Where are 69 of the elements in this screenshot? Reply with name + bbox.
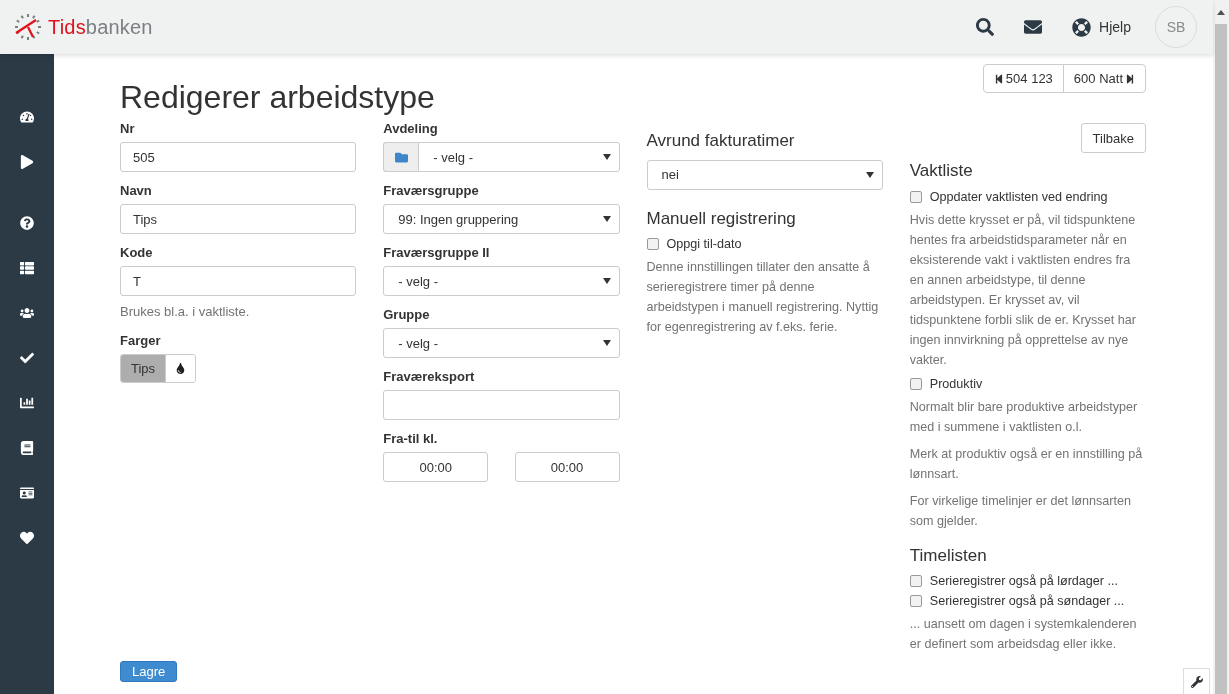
step-forward-icon [1125, 73, 1135, 84]
section-heading: Avrund fakturatimer [646, 131, 796, 152]
checkbox[interactable] [909, 574, 922, 587]
page-title: Redigerer arbeidstype [120, 80, 435, 116]
caret-icon [602, 154, 611, 161]
envelope-icon[interactable] [1024, 18, 1043, 36]
select-field[interactable]: nei [646, 159, 883, 190]
checkbox-label: Serieregistrer også på lørdager ... [929, 573, 1119, 588]
lifebuoy-icon [1072, 17, 1092, 37]
select-field[interactable]: 99: Ingen gruppering [383, 204, 620, 235]
scrollbar-thumb[interactable] [1215, 24, 1227, 694]
time-input[interactable]: 00:00 [383, 452, 489, 483]
checkbox-label: Oppgi til-dato [666, 236, 742, 251]
text-input[interactable]: 505 [120, 142, 357, 173]
field-label: Nr [120, 121, 136, 137]
wrench-icon [1190, 675, 1203, 688]
select-field[interactable]: - velg - [418, 142, 620, 173]
field-label: Avdeling [383, 121, 439, 137]
folder-icon [394, 150, 408, 164]
checkbox[interactable] [909, 594, 922, 607]
select-field[interactable]: - velg - [383, 266, 620, 297]
previous-button[interactable]: 504 123 [982, 64, 1064, 93]
step-back-icon [993, 73, 1004, 84]
field-label: Fraværeksport [383, 369, 476, 385]
folder-addon[interactable] [383, 142, 419, 173]
checkbox-label: Produktiv [929, 376, 983, 391]
text-input[interactable] [383, 390, 620, 421]
clock-logo-icon [14, 13, 42, 41]
checkbox[interactable] [646, 237, 659, 250]
text-input[interactable]: Tips [120, 204, 357, 235]
back-button[interactable]: Tilbake [1080, 123, 1146, 154]
caret-icon [602, 340, 611, 347]
logo-text: Tidsbanken [48, 15, 153, 39]
help-text: Merk at produktiv også er en innstilling på lønnsart. [909, 445, 1144, 483]
help-text: Hvis dette krysset er på, vil tidspunktene hentes fra arbeidstidsparameter når en eksisterende vakt i vaktlisten endres fra en annen arbeidstype, til denne arbeidstypen. Er krysset av, vil tidspunktene forbli slik de er. Krysset har ingen innvirkning på opprettelse av nye vakter. [909, 211, 1137, 369]
field-label: Fra-til kl. [383, 431, 439, 447]
scroll-up-icon[interactable] [1217, 9, 1225, 15]
droplet-icon [175, 363, 187, 375]
field-label: Kode [120, 245, 154, 261]
caret-icon [865, 171, 874, 178]
help-text: Denne innstillingen tillater den ansatte å serieregistrere timer på denne arbeidstypen i manuell registrering. Nyttig for egenregistrering av f.eks. ferie. [646, 258, 880, 336]
checkbox-label: Oppdater vaktlisten ved endring [929, 189, 1108, 204]
field-label: Fraværsgruppe [383, 183, 480, 199]
color-swatch[interactable]: Tips [121, 355, 167, 383]
wrench-button[interactable] [1183, 668, 1210, 694]
time-input[interactable]: 00:00 [514, 452, 620, 483]
caret-icon [602, 216, 611, 223]
field-label: Farger [120, 333, 162, 349]
checkbox[interactable] [909, 190, 922, 203]
section-heading: Vaktliste [909, 161, 974, 182]
save-button[interactable]: Lagre [120, 660, 178, 682]
text-input[interactable]: T [120, 266, 357, 297]
checkbox[interactable] [909, 377, 922, 390]
help-text: Brukes bl.a. i vaktliste. [120, 303, 251, 322]
field-label: Navn [120, 183, 153, 199]
field-label: Gruppe [383, 307, 431, 323]
caret-icon [602, 278, 611, 285]
section-heading: Manuell registrering [646, 208, 797, 229]
help-text: ... uansett om dagen i systemkalenderen er definert som arbeidsdag eller ikke. [909, 615, 1138, 653]
search-icon[interactable] [976, 18, 995, 36]
help-text: Normalt blir bare produktive arbeidstyper med i summene i vaktlisten o.l. [909, 398, 1139, 436]
help-link[interactable]: Hjelp [1072, 17, 1131, 37]
checkbox-label: Serieregistrer også på søndager ... [929, 593, 1125, 608]
section-heading: Timelisten [909, 545, 988, 566]
select-field[interactable]: - velg - [383, 328, 620, 359]
field-label: Fraværsgruppe II [383, 245, 491, 261]
help-text: For virkelige timelinjer er det lønnsarten som gjelder. [909, 492, 1132, 530]
next-button[interactable]: 600 Natt [1062, 64, 1146, 93]
scrollbar[interactable] [1213, 0, 1229, 694]
